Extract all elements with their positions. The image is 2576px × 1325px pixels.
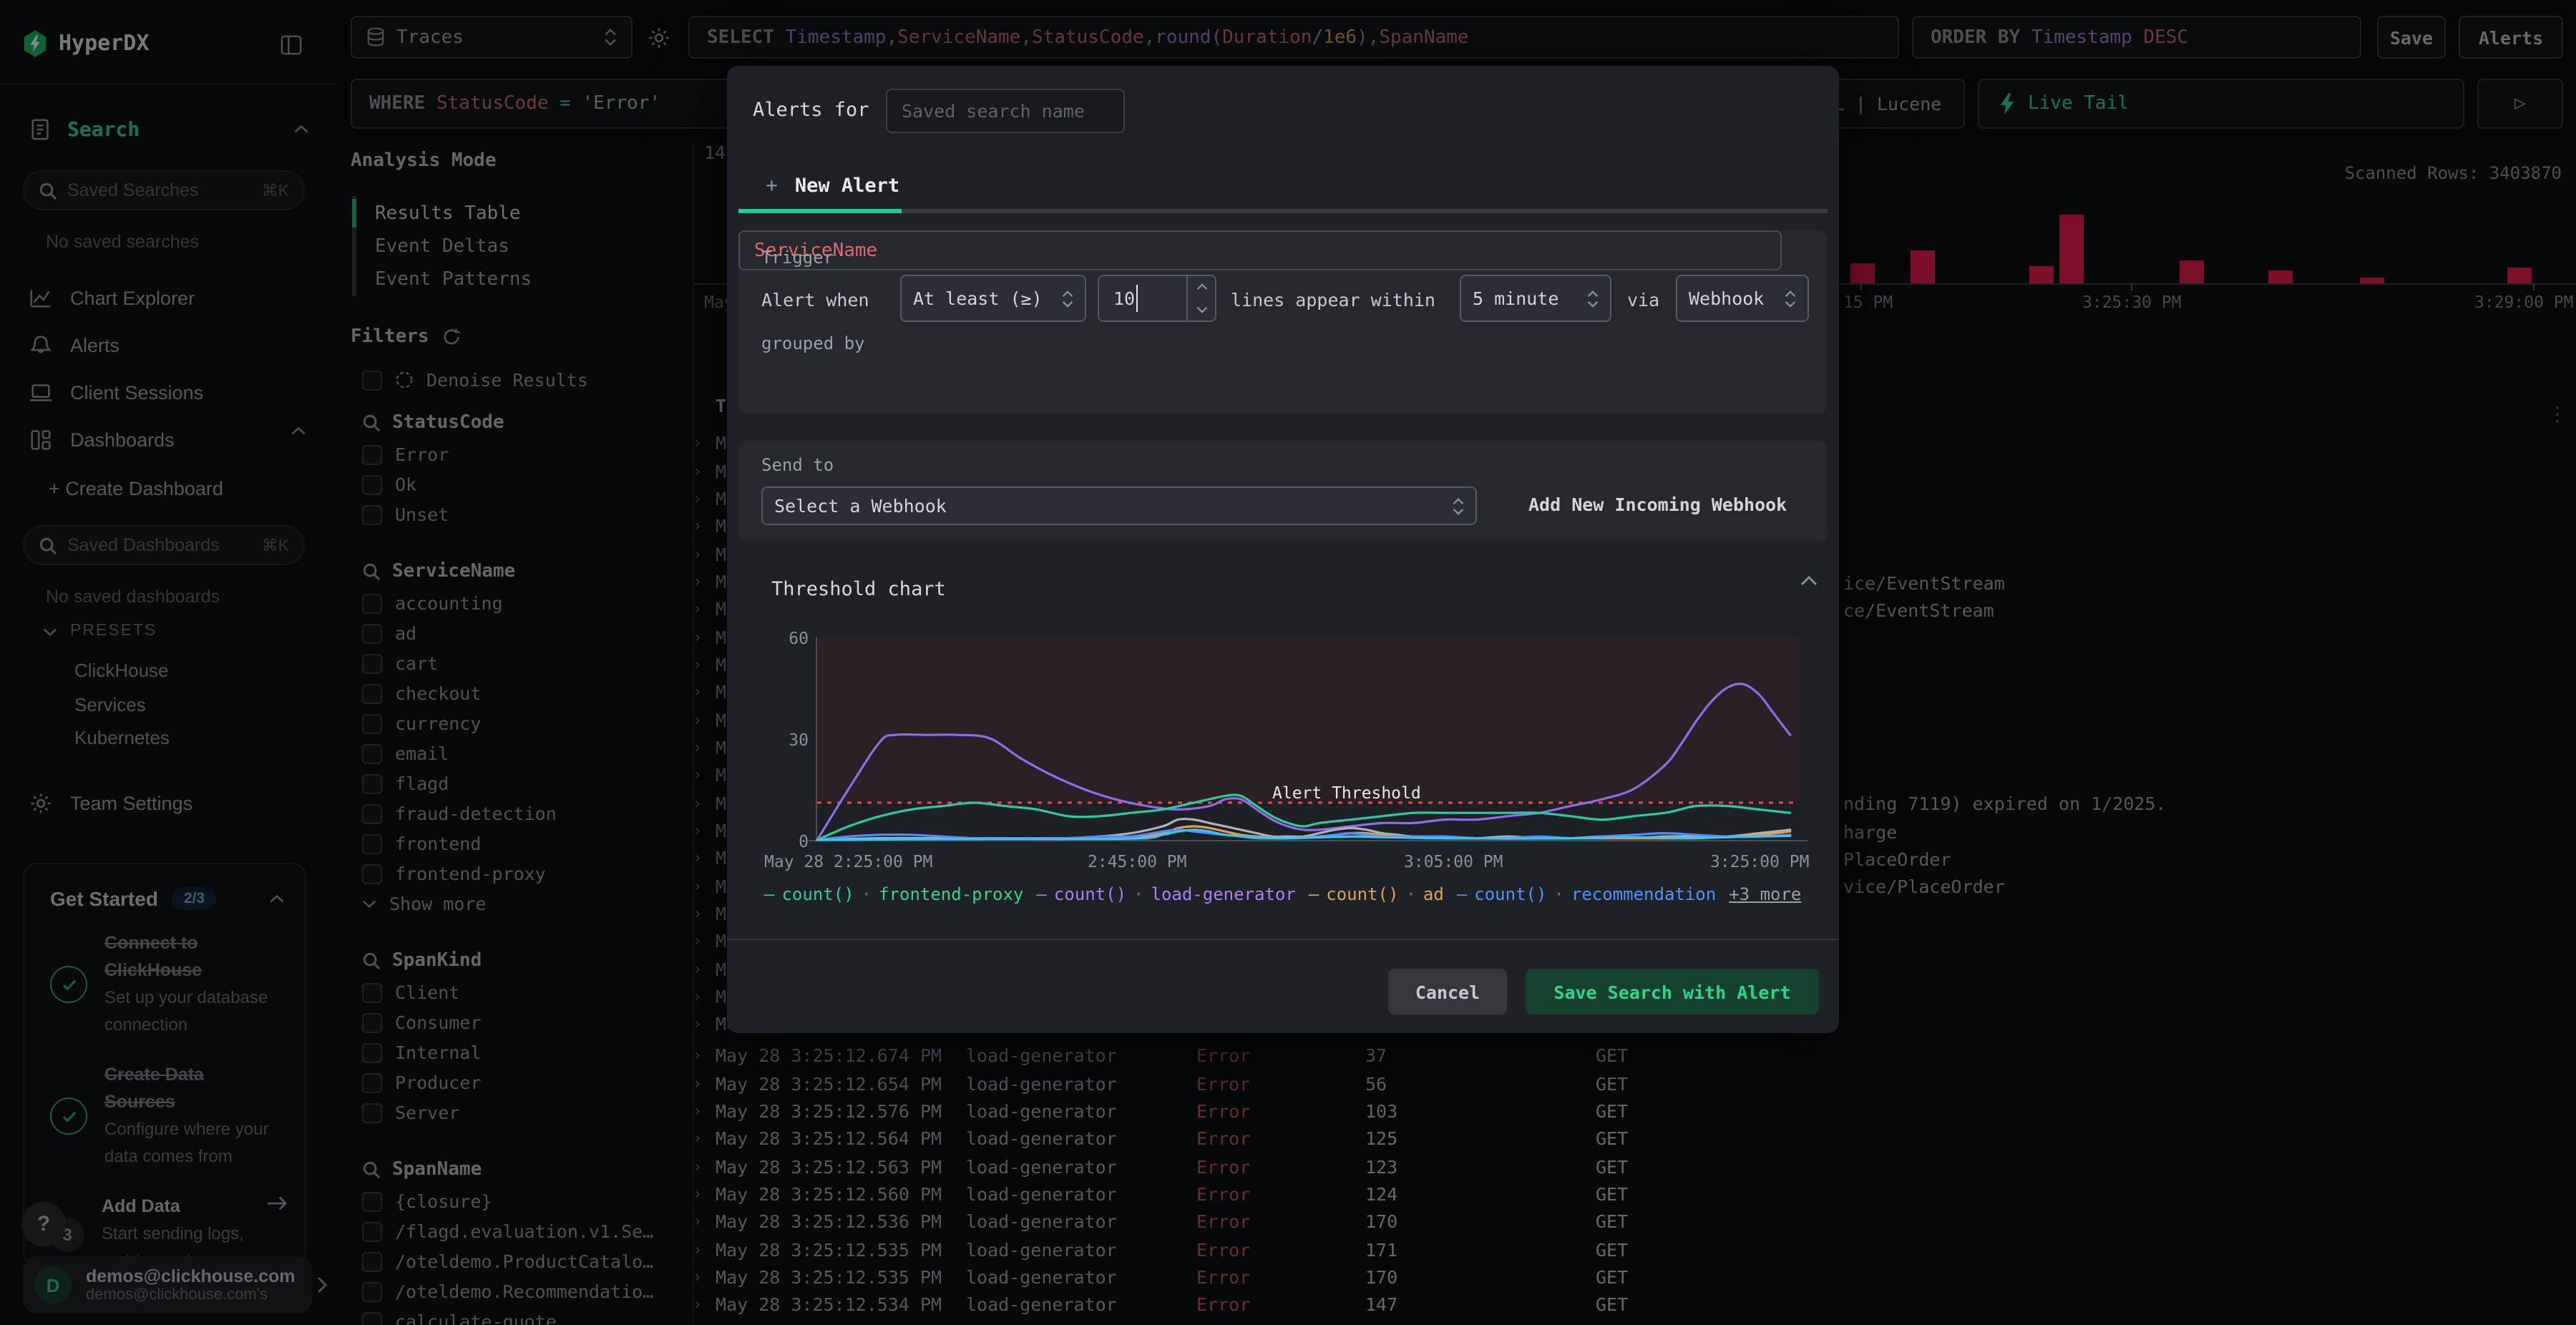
legend-label: count() [781,884,854,904]
legend-swatch: — [764,884,775,904]
legend-separator: · [1405,884,1416,904]
legend-swatch: — [1456,884,1468,904]
condition-select[interactable]: At least (≥) [900,275,1086,322]
legend-label: count() [1326,884,1399,904]
legend-separator: · [1553,884,1564,904]
legend-separator: · [861,884,872,904]
legend-series-name: frontend-proxy [879,884,1024,904]
grouped-by-label: grouped by [761,333,865,353]
saved-search-name-input[interactable]: Saved search name [886,89,1125,133]
tab-label: New Alert [794,175,900,197]
tab-underline-track [738,209,1828,213]
legend-series-name: recommendation [1571,884,1717,904]
number-stepper[interactable] [1186,276,1215,321]
alert-when-label: Alert when [761,289,869,311]
legend-entries: — count() · frontend-proxy — count() · l… [764,884,1716,904]
threshold-chart: 60 30 0 May 28 2:25:00 PM 2:45:00 PM 3:05:00… [764,628,1810,871]
modal-title: Alerts for [753,99,869,122]
trigger-panel: Trigger Alert when At least (≥) 10 lines… [738,230,1828,414]
save-search-with-alert-button[interactable]: Save Search with Alert [1526,969,1819,1014]
condition-value: At least (≥) [913,288,1043,309]
legend-label: count() [1053,884,1127,904]
webhook-select-value: Select a Webhook [774,495,947,517]
trigger-section-label: Trigger [761,248,834,268]
threshold-chart-title: Threshold chart [771,578,946,601]
alerts-modal: Alerts for Saved search name + New Alert… [727,66,1839,1033]
legend-entry[interactable]: — count() · ad [1309,884,1444,904]
send-to-panel: Send to Select a Webhook Add New Incomin… [738,441,1828,542]
threshold-value: 10 [1113,288,1136,309]
legend-series-name: ad [1423,884,1444,904]
time-window-select[interactable]: 5 minute [1460,275,1611,322]
lines-appear-label: lines appear within [1231,289,1435,311]
y-tick-label: 30 [789,730,809,750]
chart-canvas [816,683,1799,841]
grouped-by-input[interactable]: ServiceName [738,230,1782,270]
send-to-label: Send to [761,455,834,475]
x-tick-label: 3:05:00 PM [1404,851,1503,871]
tab-active-indicator [738,209,902,213]
webhook-select[interactable]: Select a Webhook [761,487,1477,525]
legend-entry[interactable]: — count() · load-generator [1036,884,1295,904]
x-tick-label: May 28 2:25:00 PM [764,851,933,871]
legend-entry[interactable]: — count() · recommendation [1457,884,1716,904]
hyperdx-app: HyperDX Search Saved Searches ⌘K No save… [0,0,2576,1325]
legend-swatch: — [1036,884,1047,904]
y-tick-label: 0 [799,831,809,851]
threshold-value-input[interactable]: 10 [1098,275,1216,322]
plus-icon: + [766,175,778,197]
alert-threshold-label: Alert Threshold [1272,783,1421,803]
legend-swatch: — [1308,884,1319,904]
divider [727,939,1839,940]
window-value: 5 minute [1473,288,1559,309]
tab-new-alert[interactable]: + New Alert [766,175,899,197]
collapse-chevron-icon[interactable] [1800,575,1818,587]
legend-entry[interactable]: — count() · frontend-proxy [764,884,1023,904]
legend-series-name: load-generator [1151,884,1296,904]
legend-label: count() [1474,884,1547,904]
cancel-button[interactable]: Cancel [1388,969,1507,1014]
x-tick-label: 2:45:00 PM [1088,851,1187,871]
x-tick-label: 3:25:00 PM [1710,851,1810,871]
channel-value: Webhook [1689,288,1765,309]
text-caret [1136,285,1138,312]
via-label: via [1627,289,1660,311]
add-webhook-button[interactable]: Add New Incoming Webhook [1528,494,1787,515]
channel-select[interactable]: Webhook [1676,275,1809,322]
legend-separator: · [1133,884,1144,904]
y-tick-label: 60 [789,628,809,648]
placeholder: Saved search name [902,100,1085,122]
chart-legend: — count() · frontend-proxy — count() · l… [764,884,1801,904]
legend-more-link[interactable]: +3 more [1729,884,1801,904]
